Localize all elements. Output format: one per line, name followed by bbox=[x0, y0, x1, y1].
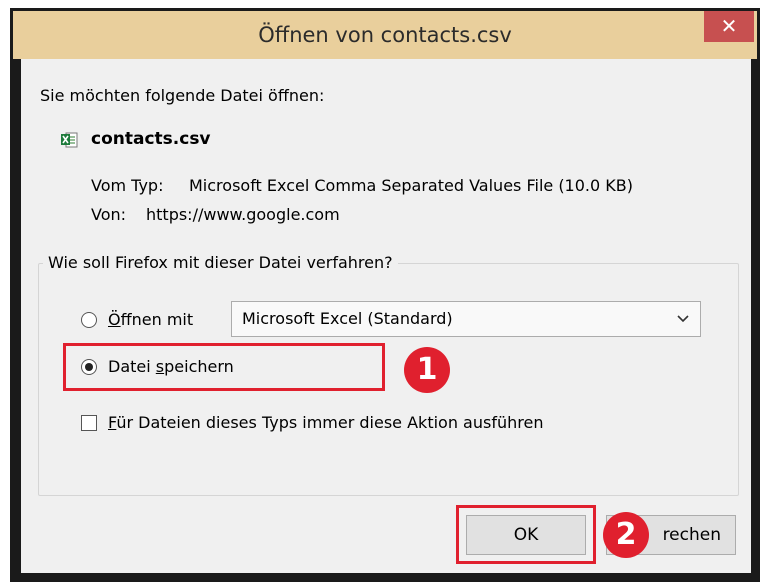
step1-badge: 1 bbox=[404, 347, 450, 393]
step2-badge: 2 bbox=[603, 512, 649, 558]
file-source-label: Von: bbox=[91, 205, 127, 224]
always-action-label[interactable]: Für Dateien dieses Typs immer diese Akti… bbox=[108, 413, 543, 432]
close-button[interactable]: ✕ bbox=[704, 11, 754, 42]
excel-csv-file-icon bbox=[61, 132, 78, 148]
step2-highlight-box bbox=[456, 505, 596, 564]
open-with-radio[interactable] bbox=[81, 312, 97, 328]
dialog-title: Öffnen von contacts.csv bbox=[258, 23, 512, 47]
title-bar: Öffnen von contacts.csv bbox=[13, 11, 757, 59]
file-source-value: https://www.google.com bbox=[146, 205, 340, 224]
close-icon: ✕ bbox=[720, 14, 738, 38]
step1-highlight-box bbox=[63, 343, 385, 391]
file-type-value: Microsoft Excel Comma Separated Values F… bbox=[189, 176, 633, 195]
open-with-app-value: Microsoft Excel (Standard) bbox=[242, 309, 453, 328]
action-group-legend: Wie soll Firefox mit dieser Datei verfah… bbox=[43, 253, 398, 272]
open-prompt: Sie möchten folgende Datei öffnen: bbox=[40, 86, 325, 105]
file-name: contacts.csv bbox=[91, 129, 211, 149]
chevron-down-icon bbox=[677, 315, 689, 323]
always-action-checkbox[interactable] bbox=[81, 415, 97, 431]
file-type-label: Vom Typ: bbox=[91, 176, 164, 195]
open-with-app-select[interactable]: Microsoft Excel (Standard) bbox=[231, 301, 701, 337]
open-with-label[interactable]: Öffnen mit bbox=[108, 310, 193, 329]
